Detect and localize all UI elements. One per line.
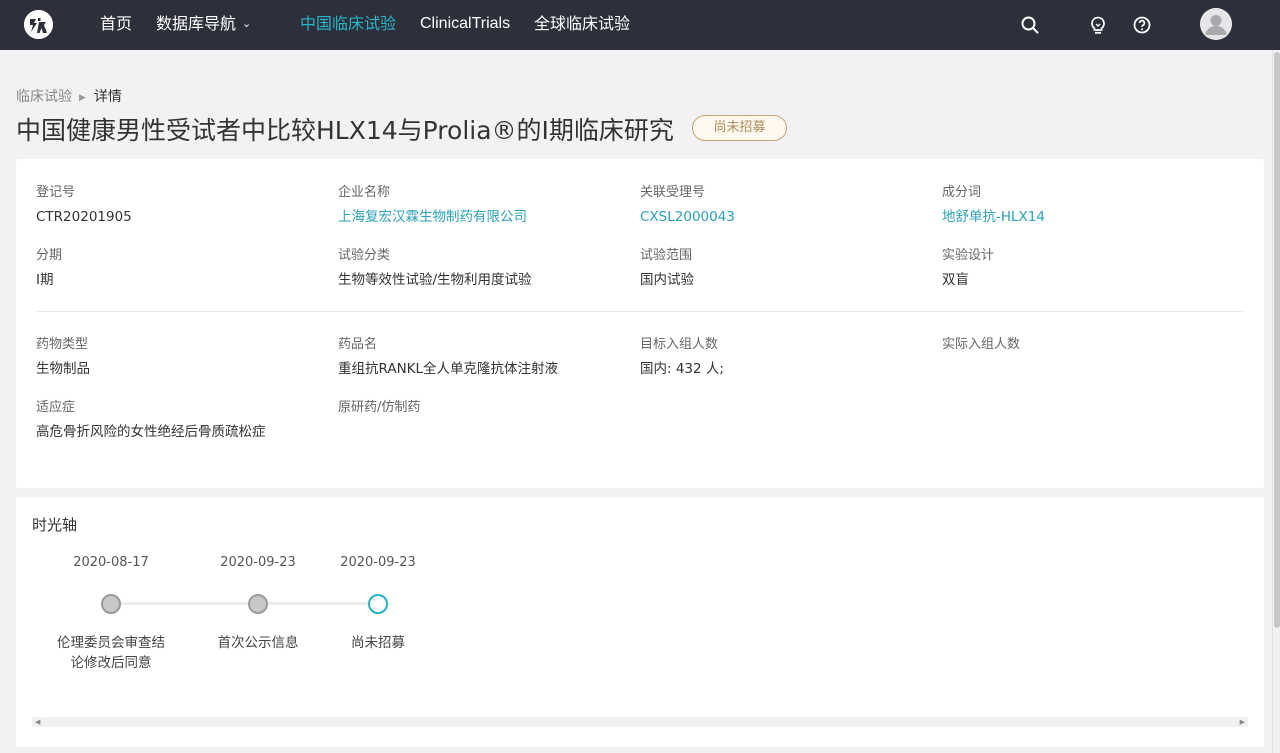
timeline-dot-done <box>248 594 268 614</box>
field-trial-category: 试验分类 生物等效性试验/生物利用度试验 <box>338 246 532 290</box>
field-drug-type: 药物类型 生物制品 <box>36 335 90 379</box>
user-silhouette-icon <box>1200 8 1232 40</box>
field-originator-generic: 原研药/仿制药 <box>338 398 420 422</box>
field-value: I期 <box>36 272 54 288</box>
lightbulb-icon[interactable] <box>1087 14 1109 36</box>
trial-info-card: 登记号 CTR20201905 企业名称 上海复宏汉霖生物制药有限公司 关联受理… <box>16 159 1264 488</box>
nav-china-trials[interactable]: 中国临床试验 <box>300 0 396 50</box>
field-value: 重组抗RANKL全人单克隆抗体注射液 <box>338 361 559 377</box>
logo-mark-icon <box>24 10 53 39</box>
page-title: 中国健康男性受试者中比较HLX14与Prolia®的I期临床研究 <box>16 116 674 145</box>
timeline-dot-current <box>368 594 388 614</box>
field-label: 企业名称 <box>338 185 391 200</box>
nav-database-label: 数据库导航 <box>156 14 237 33</box>
nav-clinicaltrials[interactable]: ClinicalTrials <box>420 0 510 50</box>
field-actual-enrollment: 实际入组人数 <box>942 335 1020 359</box>
field-value: 双盲 <box>942 272 969 288</box>
field-value: CTR20201905 <box>36 209 132 225</box>
timeline-card: 时光轴 2020-08-17 伦理委员会审查结论修改后同意 2020-09-23… <box>16 497 1264 747</box>
scroll-left-icon[interactable]: ◀ <box>35 717 40 727</box>
field-label: 登记号 <box>36 185 76 200</box>
field-label: 目标入组人数 <box>640 337 719 352</box>
field-value: 生物制品 <box>36 361 90 377</box>
timeline-horizontal-scrollbar[interactable]: ◀ ▶ <box>32 717 1248 727</box>
search-icon[interactable] <box>1019 14 1041 36</box>
field-label: 关联受理号 <box>640 185 706 200</box>
field-drug-name: 药品名 重组抗RANKL全人单克隆抗体注射液 <box>338 335 558 379</box>
field-indication: 适应症 高危骨折风险的女性绝经后骨质疏松症 <box>36 398 266 442</box>
timeline-date: 2020-08-17 <box>73 555 149 570</box>
timeline-dot-done <box>101 594 121 614</box>
section-divider <box>36 311 1244 312</box>
caret-right-icon: ▶ <box>79 93 86 103</box>
breadcrumb-current: 详情 <box>93 89 122 105</box>
field-design: 实验设计 双盲 <box>942 246 994 290</box>
user-avatar[interactable] <box>1200 8 1232 40</box>
top-navigation-bar: 首页 数据库导航 ⌄ 中国临床试验 ClinicalTrials 全球临床试验 <box>0 0 1280 50</box>
nav-global-trials[interactable]: 全球临床试验 <box>534 0 630 50</box>
nav-database-menu[interactable]: 数据库导航 ⌄ <box>156 0 251 50</box>
field-label: 实际入组人数 <box>942 337 1021 352</box>
field-phase: 分期 I期 <box>36 246 62 290</box>
help-icon[interactable] <box>1131 14 1153 36</box>
field-label: 原研药/仿制药 <box>338 400 421 415</box>
field-acceptance-no: 关联受理号 CXSL2000043 <box>640 183 735 227</box>
field-label: 试验分类 <box>338 248 391 263</box>
field-value: 国内试验 <box>640 272 694 288</box>
status-badge: 尚未招募 <box>692 115 787 141</box>
timeline-track <box>112 602 382 605</box>
field-trial-scope: 试验范围 国内试验 <box>640 246 694 290</box>
field-ingredient: 成分词 地舒单抗-HLX14 <box>942 183 1045 227</box>
field-registration-no: 登记号 CTR20201905 <box>36 183 132 227</box>
company-link[interactable]: 上海复宏汉霖生物制药有限公司 <box>338 207 527 227</box>
timeline-event-label: 伦理委员会审查结论修改后同意 <box>57 635 165 671</box>
scroll-right-icon[interactable]: ▶ <box>1240 717 1245 727</box>
timeline-date: 2020-09-23 <box>340 555 416 570</box>
field-target-enrollment: 目标入组人数 国内: 432 人; <box>640 335 724 379</box>
nav-home[interactable]: 首页 <box>100 0 132 50</box>
ingredient-link[interactable]: 地舒单抗-HLX14 <box>942 207 1045 227</box>
timeline-title: 时光轴 <box>32 516 78 534</box>
timeline-event-label: 尚未招募 <box>351 635 405 651</box>
field-value: 高危骨折风险的女性绝经后骨质疏松症 <box>36 424 266 440</box>
field-label: 试验范围 <box>640 248 693 263</box>
field-value: 生物等效性试验/生物利用度试验 <box>338 272 532 288</box>
site-logo[interactable] <box>24 10 53 39</box>
field-label: 药品名 <box>338 337 378 352</box>
timeline-date: 2020-09-23 <box>220 555 296 570</box>
field-label: 适应症 <box>36 400 76 415</box>
field-label: 药物类型 <box>36 337 89 352</box>
timeline-event-label: 首次公示信息 <box>217 635 299 651</box>
page-scrollbar-thumb[interactable] <box>1274 52 1280 628</box>
field-label: 实验设计 <box>942 248 995 263</box>
acceptance-no-link[interactable]: CXSL2000043 <box>640 207 735 227</box>
field-label: 成分词 <box>942 185 982 200</box>
page-scrollbar[interactable] <box>1272 50 1280 753</box>
breadcrumb-parent-link[interactable]: 临床试验 <box>16 89 72 105</box>
field-label: 分期 <box>36 248 63 263</box>
field-value: 国内: 432 人; <box>640 361 724 377</box>
field-company: 企业名称 上海复宏汉霖生物制药有限公司 <box>338 183 527 227</box>
breadcrumb: 临床试验 ▶ 详情 <box>16 86 122 106</box>
chevron-down-icon: ⌄ <box>242 17 252 30</box>
